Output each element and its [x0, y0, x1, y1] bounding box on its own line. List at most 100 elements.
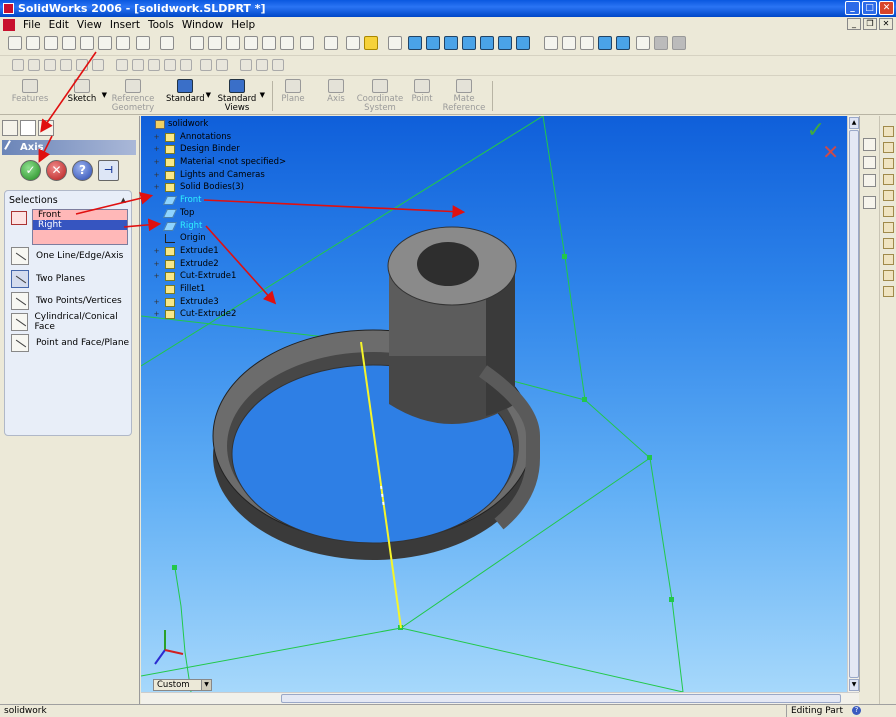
section-view-icon[interactable]: [654, 36, 668, 50]
maximize-button[interactable]: □: [862, 1, 877, 15]
trim-icon[interactable]: [76, 59, 88, 71]
menu-file[interactable]: File: [19, 19, 45, 31]
copy-entities-icon[interactable]: [256, 59, 268, 71]
open-icon[interactable]: [26, 36, 40, 50]
extend-icon[interactable]: [92, 59, 104, 71]
mirror-icon[interactable]: [116, 59, 128, 71]
collapse-pane-icon[interactable]: [863, 196, 876, 209]
chevron-down-icon[interactable]: ▼: [201, 680, 211, 690]
expand-icon[interactable]: +: [153, 247, 160, 255]
menu-window[interactable]: Window: [178, 19, 227, 31]
scroll-down-icon[interactable]: ▼: [849, 679, 859, 691]
tree-item-extrude1[interactable]: + Extrude1: [153, 245, 353, 258]
rotate-entities-icon[interactable]: [272, 59, 284, 71]
grid-icon[interactable]: [262, 36, 276, 50]
shell-icon[interactable]: [883, 254, 894, 265]
tree-item-right[interactable]: Right: [153, 220, 353, 233]
print-icon[interactable]: [62, 36, 76, 50]
expand-icon[interactable]: +: [153, 133, 160, 141]
print-preview-icon[interactable]: [80, 36, 94, 50]
centerline-icon[interactable]: [180, 59, 192, 71]
horizontal-scroll-thumb[interactable]: [281, 694, 841, 703]
hidden-lines-removed-icon[interactable]: [580, 36, 594, 50]
extruded-cut-icon[interactable]: [883, 190, 894, 201]
view-orientation-icon[interactable]: [516, 36, 530, 50]
rib-icon[interactable]: [883, 238, 894, 249]
file-explorer-icon[interactable]: [863, 174, 876, 187]
tree-item-top[interactable]: Top: [153, 207, 353, 220]
minimize-button[interactable]: _: [845, 1, 860, 15]
photoworks-icon[interactable]: [346, 36, 360, 50]
point-icon[interactable]: [12, 59, 24, 71]
close-button[interactable]: ✕: [879, 1, 894, 15]
mass-properties-icon[interactable]: [324, 36, 338, 50]
circular-pattern-icon[interactable]: [216, 59, 228, 71]
ok-button[interactable]: ✓: [20, 160, 41, 181]
tree-item-cut-extrude2[interactable]: + Cut-Extrude2: [153, 308, 353, 321]
copy-icon[interactable]: [116, 36, 130, 50]
option-one-line-edge-axis[interactable]: One Line/Edge/Axis: [11, 247, 123, 265]
expand-icon[interactable]: +: [153, 184, 160, 191]
cut-icon[interactable]: [98, 36, 112, 50]
shaded-with-edges-icon[interactable]: [598, 36, 612, 50]
expand-icon[interactable]: +: [153, 260, 160, 268]
option-point-and-face-plane[interactable]: Point and Face/Plane: [11, 334, 129, 352]
zoom-selection-icon[interactable]: [444, 36, 458, 50]
realview-icon[interactable]: [672, 36, 686, 50]
plane-command[interactable]: Plane: [278, 79, 308, 104]
undo-icon[interactable]: [136, 36, 150, 50]
sketch-grid-icon[interactable]: [280, 36, 294, 50]
feature-manager-tab[interactable]: [2, 120, 18, 136]
property-manager-tab[interactable]: [20, 120, 36, 136]
point-command[interactable]: Point: [408, 79, 436, 104]
measure-icon[interactable]: [300, 36, 314, 50]
doc-restore-button[interactable]: ❐: [863, 18, 877, 30]
polygon-icon[interactable]: [60, 59, 72, 71]
help-button[interactable]: ?: [72, 160, 93, 181]
tree-item-fillet1[interactable]: Fillet1: [153, 283, 353, 296]
loft-icon[interactable]: [883, 174, 894, 185]
reference-geometry-command[interactable]: Reference Geometry: [108, 79, 158, 113]
sketch-command[interactable]: Sketch ▼: [64, 79, 107, 104]
mate-reference-command[interactable]: Mate Reference: [440, 79, 488, 113]
chamfer-sketch-icon[interactable]: [164, 59, 176, 71]
hidden-lines-visible-icon[interactable]: [562, 36, 576, 50]
vertical-scroll-thumb[interactable]: [849, 130, 859, 678]
redo-icon[interactable]: [160, 36, 174, 50]
menu-tools[interactable]: Tools: [144, 19, 178, 31]
configuration-manager-tab[interactable]: [38, 120, 54, 136]
hole-wizard-icon[interactable]: [883, 286, 894, 297]
extrude-boss-icon[interactable]: [883, 126, 894, 137]
menu-view[interactable]: View: [73, 19, 106, 31]
zoom-in-out-icon[interactable]: [426, 36, 440, 50]
draft-icon[interactable]: [883, 270, 894, 281]
wireframe-icon[interactable]: [544, 36, 558, 50]
menu-help[interactable]: Help: [227, 19, 259, 31]
expand-icon[interactable]: +: [153, 171, 160, 179]
cancel-button[interactable]: ✕: [46, 160, 67, 181]
linear-pattern-icon[interactable]: [200, 59, 212, 71]
expand-icon[interactable]: +: [153, 298, 160, 306]
rotate-view-icon[interactable]: [462, 36, 476, 50]
standard-views-command[interactable]: Standard Views ▼: [216, 79, 265, 113]
shadows-icon[interactable]: [636, 36, 650, 50]
collapse-icon[interactable]: ▲: [121, 196, 126, 204]
expand-icon[interactable]: +: [153, 159, 160, 166]
chamfer-icon[interactable]: [883, 222, 894, 233]
pan-icon[interactable]: [480, 36, 494, 50]
tree-item-extrude3[interactable]: + Extrude3: [153, 296, 353, 309]
rebuild-icon[interactable]: [208, 36, 222, 50]
view-orientation-select[interactable]: Custom ▼: [153, 679, 212, 691]
tree-item-cut-extrude1[interactable]: + Cut-Extrude1: [153, 270, 353, 283]
expand-icon[interactable]: +: [153, 311, 160, 318]
tree-item-front[interactable]: Front: [153, 194, 353, 207]
tree-item-material-not-specified[interactable]: + Material <not specified>: [153, 156, 353, 169]
tree-item-annotations[interactable]: + Annotations: [153, 131, 353, 144]
axis-command[interactable]: Axis: [322, 79, 350, 104]
move-entities-icon[interactable]: [240, 59, 252, 71]
chevron-down-icon[interactable]: ▼: [102, 91, 107, 100]
coordinate-system-command[interactable]: Coordinate System: [356, 79, 404, 113]
selection-item-front[interactable]: Front: [33, 210, 127, 220]
shaded-icon[interactable]: [616, 36, 630, 50]
select-icon[interactable]: [190, 36, 204, 50]
